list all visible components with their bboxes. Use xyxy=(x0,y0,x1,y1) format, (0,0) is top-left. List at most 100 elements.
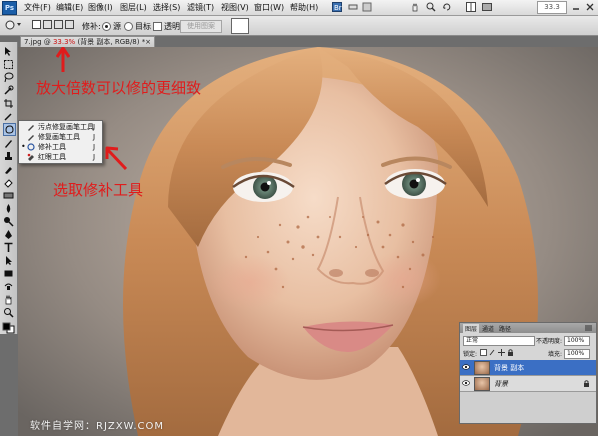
layer-lock-icon xyxy=(584,380,589,387)
move-tool-icon[interactable] xyxy=(3,46,14,57)
red-eye-icon xyxy=(27,153,34,161)
rotate-view-icon[interactable] xyxy=(442,2,452,12)
layer-row-background[interactable]: 背景 xyxy=(460,376,596,392)
gradient-tool-icon[interactable] xyxy=(3,190,14,201)
menu-filter[interactable]: 滤镜(T) xyxy=(187,2,214,13)
document-name: 7.jpg @ xyxy=(24,38,53,46)
tool-tip-annotation: 选取修补工具 xyxy=(53,181,144,199)
patch-tool-item[interactable]: • 修补工具 J xyxy=(19,142,102,152)
magnifier-icon[interactable] xyxy=(426,2,436,12)
patch-tool-icon[interactable] xyxy=(3,123,16,136)
document-zoom: 33.3% xyxy=(52,38,76,46)
lock-position-icon[interactable] xyxy=(498,349,505,356)
dodge-tool-icon[interactable] xyxy=(3,216,14,227)
layer-name: 背景 副本 xyxy=(494,364,525,372)
lock-all-icon[interactable] xyxy=(507,349,514,356)
subtract-selection-icon[interactable] xyxy=(54,20,63,29)
red-eye-tool-item[interactable]: 红眼工具 J xyxy=(19,152,102,162)
lock-transparent-icon[interactable] xyxy=(480,349,487,356)
minimize-icon[interactable] xyxy=(571,2,581,12)
type-tool-icon[interactable] xyxy=(3,242,14,253)
lock-fill-row: 锁定: 填充: 100% xyxy=(460,348,596,360)
watermark: 软件自学网：RJZXW.COM xyxy=(30,421,164,432)
history-brush-tool-icon[interactable] xyxy=(3,164,14,175)
svg-text:Br: Br xyxy=(334,4,342,12)
opacity-field[interactable]: 100% xyxy=(564,336,590,346)
layer-row-background-copy[interactable]: 背景 副本 xyxy=(460,360,596,376)
zoom-tip-annotation: 放大倍数可以修的更细致 xyxy=(36,79,202,97)
red-eye-tool-label: 红眼工具 xyxy=(38,153,66,161)
shape-tool-icon[interactable] xyxy=(3,268,14,279)
patch-tool-label: 修补工具 xyxy=(38,143,66,151)
tab-channels[interactable]: 通道 xyxy=(482,324,494,333)
quick-selection-tool-icon[interactable] xyxy=(3,85,14,96)
foreground-background-colors[interactable] xyxy=(2,322,15,334)
spot-healing-brush-icon xyxy=(28,125,34,131)
eyedropper-tool-icon[interactable] xyxy=(3,111,14,122)
red-eye-tool-key: J xyxy=(93,153,96,161)
zoom-level-icon[interactable] xyxy=(362,2,372,12)
panel-menu-icon[interactable] xyxy=(584,324,593,332)
zoom-tool-icon[interactable] xyxy=(3,307,14,318)
close-icon[interactable] xyxy=(585,2,595,12)
opacity-label: 不透明度: xyxy=(536,338,563,345)
layer-thumbnail xyxy=(474,377,490,391)
blur-tool-icon[interactable] xyxy=(3,203,14,214)
tool-preset-icon[interactable] xyxy=(4,19,22,31)
3d-rotate-tool-icon[interactable] xyxy=(3,281,14,292)
brush-tool-icon[interactable] xyxy=(3,138,14,149)
hand-tool-icon[interactable] xyxy=(410,2,420,12)
lasso-tool-icon[interactable] xyxy=(3,72,14,83)
new-selection-icon[interactable] xyxy=(32,20,41,29)
intersect-selection-icon[interactable] xyxy=(65,20,74,29)
healing-brush-item[interactable]: 修复画笔工具 J xyxy=(19,132,102,142)
patch-label: 修补: xyxy=(82,22,101,31)
path-selection-tool-icon[interactable] xyxy=(3,255,14,266)
crop-tool-icon[interactable] xyxy=(3,98,14,109)
fill-field[interactable]: 100% xyxy=(564,349,590,359)
healing-tools-flyout: 污点修复画笔工具 J 修复画笔工具 J • 修补工具 J 红眼工具 J xyxy=(18,120,103,164)
tab-layers[interactable]: 图层 xyxy=(463,324,480,333)
use-pattern-button[interactable]: 使用图案 xyxy=(180,20,222,33)
arrange-documents-icon[interactable] xyxy=(466,2,476,12)
pattern-picker[interactable] xyxy=(231,18,249,34)
menu-view[interactable]: 视图(V) xyxy=(221,2,249,13)
clone-stamp-tool-icon[interactable] xyxy=(3,151,14,162)
transparent-label: 透明 xyxy=(164,22,180,31)
marquee-tool-icon[interactable] xyxy=(3,59,14,70)
spot-healing-brush-item[interactable]: 污点修复画笔工具 J xyxy=(19,122,102,132)
healing-brush-label: 修复画笔工具 xyxy=(38,133,80,141)
menu-edit[interactable]: 编辑(E) xyxy=(56,2,83,13)
menu-select[interactable]: 选择(S) xyxy=(153,2,180,13)
lock-pixels-icon[interactable] xyxy=(489,349,496,356)
source-radio[interactable]: 源 xyxy=(102,21,121,32)
menu-image[interactable]: 图像(I) xyxy=(88,2,113,13)
menu-layer[interactable]: 图层(L) xyxy=(120,2,147,13)
destination-label: 目标 xyxy=(135,22,151,31)
ruler-icon[interactable] xyxy=(348,2,358,12)
destination-radio[interactable]: 目标 xyxy=(124,21,151,32)
visibility-eye-icon[interactable] xyxy=(462,364,470,370)
spot-healing-brush-label: 污点修复画笔工具 xyxy=(38,123,94,131)
menu-help[interactable]: 帮助(H) xyxy=(290,2,318,13)
menu-file[interactable]: 文件(F) xyxy=(24,2,51,13)
patch-tool-key: J xyxy=(93,143,96,151)
hand-tool-icon[interactable] xyxy=(3,294,14,305)
photoshop-logo: Ps xyxy=(2,1,17,15)
menu-window[interactable]: 窗口(W) xyxy=(254,2,284,13)
blend-opacity-row: 正常 不透明度: 100% xyxy=(460,335,596,347)
bridge-icon[interactable]: Br xyxy=(332,2,342,12)
healing-brush-key: J xyxy=(93,133,96,141)
visibility-eye-icon[interactable] xyxy=(462,380,470,386)
pen-tool-icon[interactable] xyxy=(3,229,14,240)
source-label: 源 xyxy=(113,22,121,31)
zoom-field[interactable]: 33.3 xyxy=(537,1,567,14)
screen-mode-icon[interactable] xyxy=(482,2,492,12)
add-selection-icon[interactable] xyxy=(43,20,52,29)
transparent-checkbox[interactable]: 透明 xyxy=(153,21,180,32)
blend-mode-select[interactable]: 正常 xyxy=(463,336,535,346)
eraser-tool-icon[interactable] xyxy=(3,177,14,188)
tab-paths[interactable]: 路径 xyxy=(499,324,511,333)
selected-bullet-icon: • xyxy=(21,142,26,151)
fill-label: 填充: xyxy=(548,351,563,358)
